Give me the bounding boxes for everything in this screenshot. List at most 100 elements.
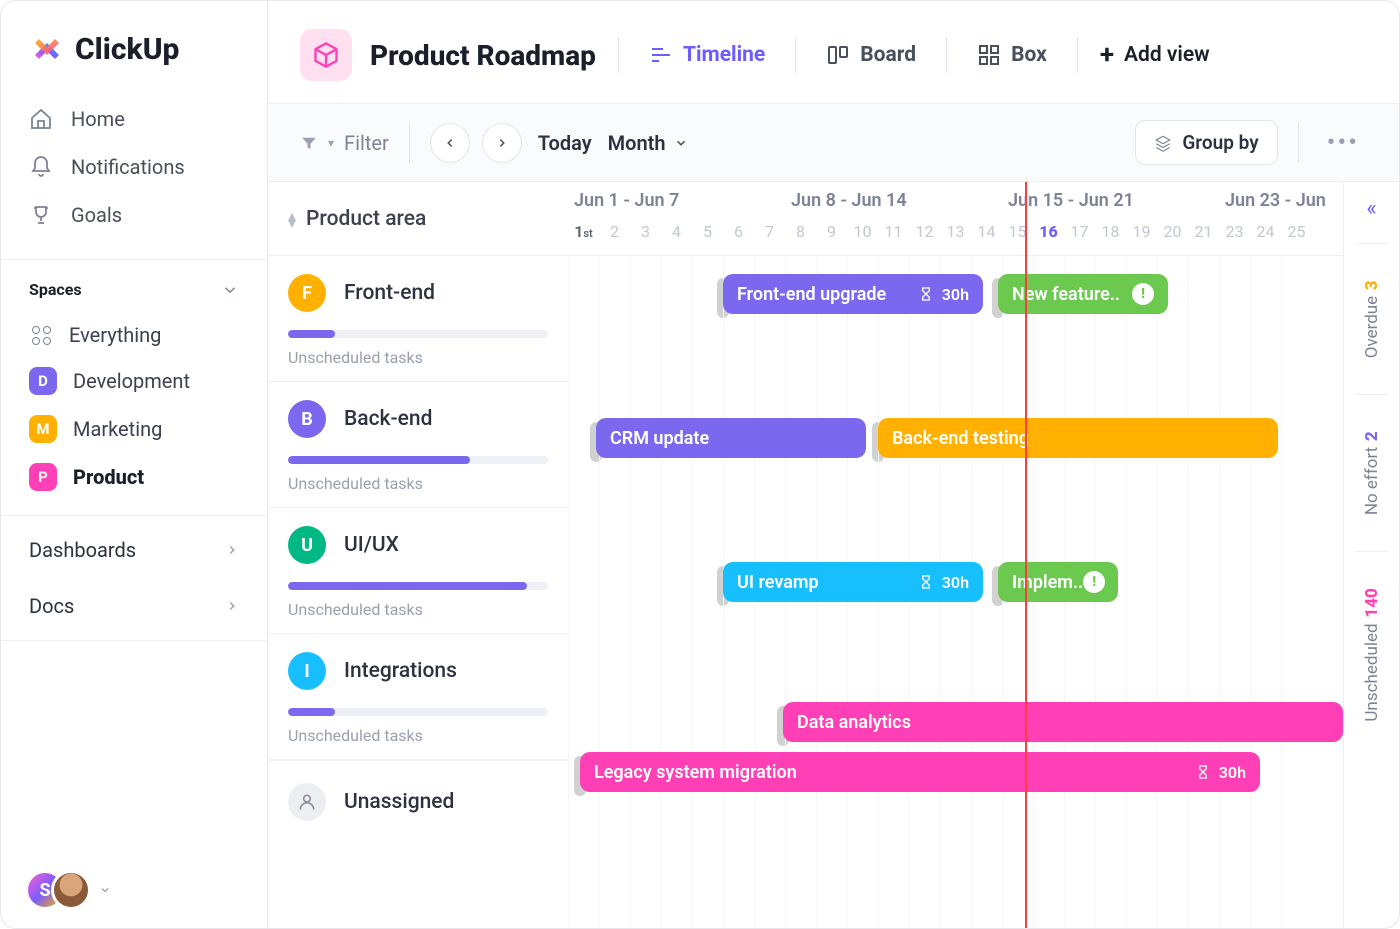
progress-bar [288, 330, 548, 338]
day-label: 4 [661, 222, 692, 256]
chevron-down-icon [674, 136, 688, 150]
range-select[interactable]: Month [608, 131, 688, 155]
hourglass-icon [1195, 764, 1211, 780]
logo[interactable]: ClickUp [1, 1, 267, 91]
rail-overdue[interactable]: Overdue 3 [1362, 266, 1382, 372]
space-product[interactable]: P Product [15, 453, 253, 501]
page-title: Product Roadmap [370, 39, 596, 72]
area-row[interactable]: IIntegrationsUnscheduled tasks [268, 634, 568, 760]
timeline-chart[interactable]: Jun 1 - Jun 7Jun 8 - Jun 14Jun 15 - Jun … [568, 182, 1343, 928]
task-bar-ui-revamp[interactable]: UI revamp30h [723, 562, 983, 602]
area-badge: I [288, 652, 326, 690]
day-label: 16 [1033, 222, 1064, 256]
task-bar-legacy[interactable]: Legacy system migration30h [580, 752, 1260, 792]
chevron-left-icon [443, 136, 457, 150]
space-development[interactable]: D Development [15, 357, 253, 405]
area-name: Front-end [344, 281, 435, 305]
chevron-right-icon [225, 543, 239, 557]
day-label: 15 [1002, 222, 1033, 256]
more-button[interactable]: ••• [1319, 128, 1367, 158]
day-label: 7 [754, 222, 785, 256]
area-row[interactable]: BBack-endUnscheduled tasks [268, 382, 568, 508]
docs-section[interactable]: Docs [1, 578, 267, 634]
unscheduled-label: Unscheduled tasks [288, 600, 548, 619]
nav-home[interactable]: Home [15, 95, 253, 143]
space-marketing[interactable]: MMarketing [15, 405, 253, 453]
today-button[interactable]: Today [538, 131, 592, 155]
day-label: 25 [1281, 222, 1312, 256]
area-badge: U [288, 526, 326, 564]
task-bar-implem[interactable]: Implem..! [998, 562, 1118, 602]
area-badge: F [288, 274, 326, 312]
progress-bar [288, 582, 548, 590]
prev-button[interactable] [430, 123, 470, 163]
next-button[interactable] [482, 123, 522, 163]
alert-icon: ! [1083, 571, 1105, 593]
tab-box[interactable]: Box [969, 37, 1055, 73]
topbar: Product Roadmap Timeline Board Box +Add … [268, 1, 1399, 104]
sort-icon[interactable]: ▴▾ [288, 212, 296, 226]
add-view-button[interactable]: +Add view [1100, 40, 1210, 70]
unscheduled-label: Unscheduled tasks [288, 348, 548, 367]
column-title: Product area [306, 207, 426, 231]
area-row[interactable]: F Front-end Unscheduled tasks [268, 256, 568, 382]
rail-unscheduled[interactable]: Unscheduled 140 [1362, 574, 1382, 736]
collapse-button[interactable]: « [1366, 196, 1376, 221]
space-everything[interactable]: Everything [15, 313, 253, 357]
day-label: 6 [723, 222, 754, 256]
space-badge: D [29, 367, 57, 395]
nav-notifications-label: Notifications [71, 155, 185, 179]
day-label: 17 [1064, 222, 1095, 256]
day-label: 8 [785, 222, 816, 256]
layers-icon [1154, 134, 1172, 152]
groupby-button[interactable]: Group by [1135, 120, 1277, 165]
day-label: 10 [847, 222, 878, 256]
tab-board[interactable]: Board [818, 37, 924, 73]
rail-noeffort[interactable]: No effort 2 [1362, 417, 1382, 529]
spaces-header[interactable]: Spaces [1, 266, 267, 313]
nav-goals[interactable]: Goals [15, 191, 253, 239]
cube-icon [312, 41, 340, 69]
alert-icon: ! [1132, 283, 1154, 305]
nav-notifications[interactable]: Notifications [15, 143, 253, 191]
tab-timeline[interactable]: Timeline [641, 37, 773, 73]
page-icon [300, 29, 352, 81]
avatar [51, 870, 91, 910]
day-label: 14 [971, 222, 1002, 256]
everything-icon [29, 323, 53, 347]
task-bar-backend-testing[interactable]: Back-end testing [878, 418, 1278, 458]
plus-icon: + [1100, 40, 1114, 70]
unassigned-row[interactable]: Unassigned [268, 760, 568, 843]
trophy-icon [29, 203, 53, 227]
hourglass-icon [918, 574, 934, 590]
day-label: 9 [816, 222, 847, 256]
day-label: 21 [1188, 222, 1219, 256]
toolbar: ▾Filter Today Month Group by ••• [268, 104, 1399, 182]
day-label: 19 [1126, 222, 1157, 256]
filter-icon [300, 134, 318, 152]
space-label: Product [73, 465, 144, 489]
space-label: Development [73, 369, 190, 393]
day-label: 5 [692, 222, 723, 256]
space-label: Marketing [73, 417, 162, 441]
week-label: Jun 8 - Jun 14 [785, 182, 1002, 222]
box-icon [977, 43, 1001, 67]
home-icon [29, 107, 53, 131]
brand-name: ClickUp [75, 32, 179, 67]
area-row[interactable]: UUI/UXUnscheduled tasks [268, 508, 568, 634]
timeline-left-column: ▴▾ Product area F Front-end Unscheduled ta… [268, 182, 568, 928]
space-badge: P [29, 463, 57, 491]
task-bar-new-feature[interactable]: New feature..! [998, 274, 1168, 314]
chevron-down-icon [221, 281, 239, 299]
progress-bar [288, 456, 548, 464]
day-label: 12 [909, 222, 940, 256]
task-bar-data-analytics[interactable]: Data analytics [783, 702, 1343, 742]
chevron-right-icon [495, 136, 509, 150]
user-menu[interactable]: S [1, 852, 267, 928]
day-label: 13 [940, 222, 971, 256]
dashboards-section[interactable]: Dashboards [1, 522, 267, 578]
task-bar-frontend-upgrade[interactable]: Front-end upgrade30h [723, 274, 983, 314]
task-bar-crm-update[interactable]: CRM update [596, 418, 866, 458]
filter-button[interactable]: ▾Filter [300, 131, 389, 155]
sidebar: ClickUp Home Notifications Goals Spaces … [1, 1, 268, 928]
